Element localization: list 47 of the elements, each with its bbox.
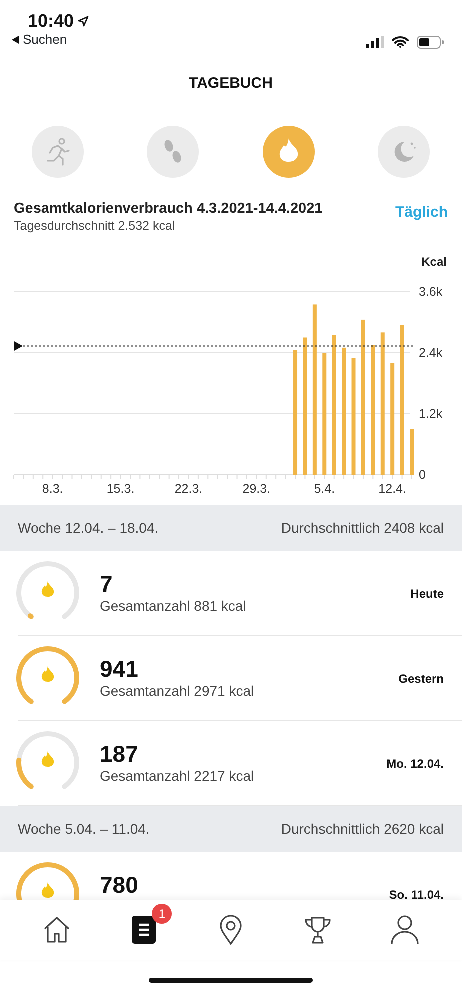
location-pin-icon — [218, 915, 243, 945]
x-tick-label: 15.3. — [106, 482, 135, 496]
x-tick-label: 12.4. — [378, 482, 406, 496]
day-row[interactable]: 7 Gesamtanzahl 881 kcal Heute — [18, 551, 462, 636]
active-calories: 941 — [100, 656, 140, 682]
total-calories: Gesamtanzahl 881 kcal — [100, 597, 246, 615]
list-icon — [132, 916, 156, 944]
notification-badge: 1 — [152, 904, 172, 924]
back-arrow-icon — [12, 36, 19, 44]
active-calories: 780 — [100, 872, 138, 898]
location-arrow-icon — [78, 16, 90, 26]
active-calories: 7 — [100, 571, 114, 597]
week-average: Durchschnittlich 2408 kcal — [281, 518, 444, 538]
trophy-icon — [304, 916, 332, 944]
back-link[interactable]: Suchen — [23, 32, 68, 48]
y-tick-label: 1.2k — [419, 407, 443, 421]
day-date: So. 11.04. — [389, 887, 444, 900]
page-title: TAGEBUCH — [188, 74, 274, 94]
y-tick-label: 0 — [419, 468, 426, 482]
week-average: Durchschnittlich 2620 kcal — [281, 820, 444, 838]
x-tick-label: 22.3. — [174, 482, 203, 496]
week-label: Woche 12.04. – 18.04. — [18, 518, 159, 538]
day-date: Mo. 12.04. — [386, 756, 444, 773]
day-row[interactable]: 941 Gesamtanzahl 2971 kcal Gestern — [18, 636, 462, 721]
profile-icon — [390, 915, 419, 945]
battery-icon — [417, 36, 444, 48]
x-tick-label: 8.3. — [42, 482, 64, 496]
active-calories: 187 — [100, 741, 140, 767]
signal-icon — [366, 36, 384, 48]
chart-title: Gesamtkalorienverbrauch 4.3.2021-14.4.2021 — [14, 200, 323, 218]
runner-icon — [45, 138, 71, 166]
day-date: Gestern — [398, 671, 444, 688]
total-calories: Gesamtanzahl 2217 kcal — [100, 767, 254, 785]
average-marker-icon — [14, 341, 23, 352]
bar — [410, 429, 414, 475]
axis-title: Kcal — [422, 255, 447, 269]
home-icon — [43, 916, 72, 944]
week-label: Woche 5.04. – 11.04. — [18, 820, 150, 838]
day-date: Heute — [410, 586, 444, 603]
clock-time: 10:40 — [28, 10, 74, 32]
total-calories: Gesamtanzahl 2971 kcal — [100, 682, 254, 700]
daily-average: Tagesdurchschnitt 2.532 kcal — [14, 218, 176, 234]
y-tick-label: 3.6k — [419, 285, 443, 299]
y-tick-label: 2.4k — [419, 346, 443, 360]
x-tick-label: 29.3. — [242, 482, 271, 496]
x-tick-label: 5.4. — [314, 482, 336, 496]
wifi-icon — [392, 36, 409, 48]
